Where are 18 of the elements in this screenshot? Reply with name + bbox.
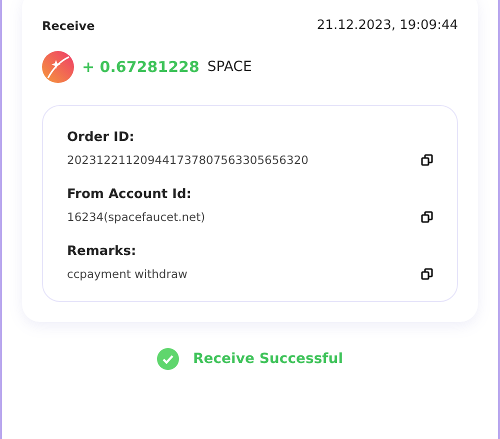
copy-button[interactable] — [421, 211, 433, 223]
copy-icon — [421, 268, 433, 280]
detail-label: Order ID: — [67, 130, 136, 145]
copy-button[interactable] — [421, 154, 433, 166]
detail-label: From Account Id: — [67, 187, 192, 202]
transaction-type: Receive — [42, 18, 95, 32]
copy-icon — [421, 154, 433, 166]
transaction-date: 21.12.2023, 19:09:44 — [316, 18, 458, 33]
detail-value: 16234(spacefaucet.net) — [67, 210, 206, 224]
detail-label: Remarks: — [67, 244, 138, 259]
copy-button[interactable] — [421, 268, 433, 280]
copy-icon — [421, 211, 433, 223]
amount: + 0.67281228 — [82, 58, 200, 76]
currency: SPACE — [207, 59, 252, 75]
status-text: Receive Successful — [192, 351, 344, 367]
detail-value: 202312211209441737807563305656320 — [67, 153, 308, 167]
detail-value: ccpayment withdraw — [67, 267, 188, 281]
coin-logo-icon — [42, 51, 74, 83]
